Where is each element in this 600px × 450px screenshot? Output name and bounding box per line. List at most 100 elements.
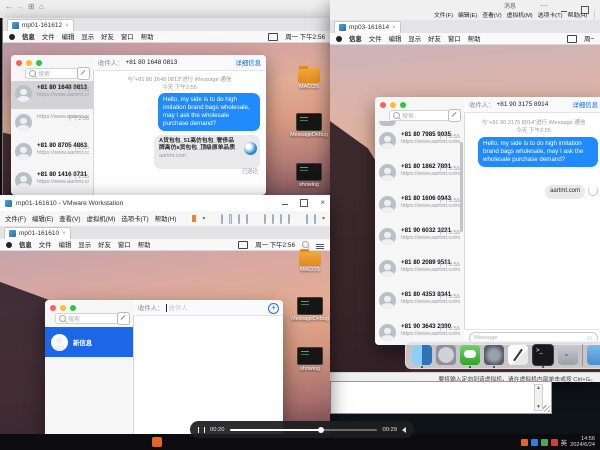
tab-close-icon[interactable]: × <box>62 231 66 237</box>
new-message-list-item[interactable]: 新信息 <box>45 327 133 357</box>
home-icon[interactable]: ⌂ <box>39 2 44 11</box>
list-item[interactable]: +81 80 1862 7891 下午2:55 https://www.aart… <box>375 160 464 191</box>
manage-snapshots-icon[interactable] <box>246 214 248 224</box>
notification-center-icon[interactable] <box>316 244 324 245</box>
details-link[interactable]: 详细信息 <box>235 58 261 67</box>
desktop-icon-messagedebug[interactable]: MessageDebug <box>290 297 330 322</box>
taskbar-clock[interactable]: 14:56 2024/6/24 <box>570 436 597 449</box>
list-item[interactable]: 下午2:55 https://www.aartmt.com/ <box>11 110 93 138</box>
list-item[interactable]: +81 80 1648 0813 下午2:55 https://www.aart… <box>11 81 93 109</box>
vm-menu-help[interactable]: 帮助(H) <box>155 214 177 223</box>
menu-help[interactable]: 帮助 <box>138 240 151 249</box>
fullscreen-icon[interactable] <box>280 214 282 224</box>
ime-indicator[interactable]: 英 <box>561 437 568 447</box>
terminal-icon[interactable]: >_ <box>532 344 554 366</box>
taskbar-app-icon[interactable] <box>152 437 162 447</box>
forward-icon[interactable]: → <box>16 2 24 11</box>
seek-handle[interactable] <box>318 427 324 433</box>
panel-scrollbar[interactable]: ▲ ▼ <box>534 384 543 411</box>
search-input[interactable]: 搜索 <box>25 68 83 79</box>
menu-view[interactable]: 显示 <box>408 34 421 43</box>
desktop-icon-showlog[interactable]: showlog <box>290 347 330 372</box>
list-item[interactable]: +81 80 1416 0731 下午2:55 https://www.aart… <box>11 168 93 195</box>
apple-icon[interactable] <box>6 242 12 248</box>
menu-messages[interactable]: 信息 <box>22 32 35 41</box>
pause-vm-icon[interactable] <box>192 215 196 222</box>
snapshot-icon[interactable] <box>229 214 231 224</box>
maximize-button[interactable] <box>300 194 308 212</box>
menu-help[interactable]: 帮助 <box>468 34 481 43</box>
search-input[interactable]: 搜索 <box>55 313 121 324</box>
more-button[interactable]: … <box>540 0 548 8</box>
menu-messages[interactable]: 信息 <box>19 240 32 249</box>
chevron-down-icon[interactable]: ▾ <box>322 215 325 222</box>
menu-edit[interactable]: 编辑 <box>62 32 75 41</box>
vm-tab[interactable]: mp01-161610 × <box>4 227 71 239</box>
menu-buddies[interactable]: 好友 <box>428 34 441 43</box>
list-item[interactable]: +81 80 1606 0943 下午2:55 https://www.aart… <box>375 192 464 223</box>
display-status-icon[interactable] <box>268 33 278 41</box>
tray-icon-4[interactable] <box>551 439 558 446</box>
list-scrollbar[interactable] <box>460 142 463 232</box>
vm-menu-view[interactable]: 查看(V) <box>59 214 80 223</box>
vm-menu-vm[interactable]: 虚拟机(M) <box>507 10 533 19</box>
spotlight-icon[interactable] <box>302 241 309 248</box>
seek-bar[interactable] <box>230 429 378 431</box>
notes-icon[interactable] <box>508 345 528 365</box>
compose-button[interactable] <box>77 67 90 80</box>
display-status-icon[interactable] <box>567 35 577 43</box>
apple-icon[interactable] <box>9 34 15 40</box>
menu-window[interactable]: 窗口 <box>118 240 131 249</box>
chevron-down-icon[interactable]: ▾ <box>202 215 205 222</box>
back-icon[interactable]: ← <box>5 2 13 11</box>
menu-buddies[interactable]: 好友 <box>101 32 114 41</box>
compose-button[interactable] <box>117 312 130 325</box>
menu-file[interactable]: 文件 <box>369 34 382 43</box>
resize-grip[interactable] <box>543 405 550 412</box>
menu-view[interactable]: 显示 <box>78 240 91 249</box>
traffic-lights[interactable] <box>380 102 406 108</box>
tray-icon-1[interactable] <box>521 439 528 446</box>
new-message-to-field[interactable]: 收件人： 收件人 <box>133 300 283 316</box>
menu-file[interactable]: 文件 <box>42 32 55 41</box>
tray-icon-3[interactable] <box>541 439 548 446</box>
vm-menu-file[interactable]: 文件(F) <box>5 214 26 223</box>
volume-icon[interactable] <box>402 427 406 433</box>
menu-edit[interactable]: 编辑 <box>389 34 402 43</box>
link-preview-bubble[interactable]: A货包包_51高仿包包_奢侈品牌高仿a货包包_顶级原单品质 aartmt.com <box>154 135 260 169</box>
menu-window[interactable]: 窗口 <box>121 32 134 41</box>
finder-icon[interactable] <box>412 345 432 365</box>
apps-grid-icon[interactable]: ⊞ <box>28 2 35 11</box>
tab-close-icon[interactable]: × <box>65 23 69 29</box>
downloads-stack-icon[interactable]: ⌄ <box>558 345 578 365</box>
menu-clock[interactable]: 周一 下午2:56 <box>584 34 594 43</box>
desktop-icon-macos[interactable]: MACOS <box>290 251 330 273</box>
details-link[interactable]: 详细信息 <box>572 100 598 109</box>
list-item[interactable]: +81 90 6032 3221 下午2:55 https://www.aart… <box>375 224 464 255</box>
pause-icon[interactable] <box>198 427 205 433</box>
list-item[interactable]: +81 80 7985 9035 下午2:55 https://www.aart… <box>375 128 464 159</box>
vm-tab[interactable]: mp03-161614 × <box>334 21 401 33</box>
add-contact-button[interactable]: + <box>268 303 279 314</box>
vm-menu-edit[interactable]: 编辑(E) <box>458 10 477 19</box>
vm-menu-help[interactable]: 帮助(H) <box>568 10 588 19</box>
menu-view[interactable]: 显示 <box>81 32 94 41</box>
menu-clock[interactable]: 周一 下午2:56 <box>255 240 295 249</box>
desktop-icon-messagedebug[interactable]: MessageDebug <box>289 113 329 138</box>
menu-file[interactable]: 文件 <box>39 240 52 249</box>
menu-help[interactable]: 帮助 <box>141 32 154 41</box>
vm-tab[interactable]: mp01-161612 × <box>7 19 74 31</box>
tray-icon-2[interactable] <box>531 439 538 446</box>
console-view-icon[interactable] <box>306 214 308 224</box>
desktop-icon-showlog[interactable]: showlog <box>289 163 329 188</box>
menu-edit[interactable]: 编辑 <box>59 240 72 249</box>
messages-app-icon[interactable] <box>460 345 480 365</box>
traffic-lights[interactable] <box>50 305 76 311</box>
traffic-lights[interactable] <box>16 60 42 66</box>
menu-messages[interactable]: 信息 <box>349 34 362 43</box>
ctrl-alt-del-icon[interactable] <box>221 214 223 224</box>
thumbnail-bar-icon[interactable] <box>272 214 274 224</box>
pending-link-bubble[interactable]: aartmt.com <box>545 185 585 199</box>
unity-icon[interactable] <box>288 214 290 224</box>
system-preferences-icon[interactable] <box>484 345 504 365</box>
